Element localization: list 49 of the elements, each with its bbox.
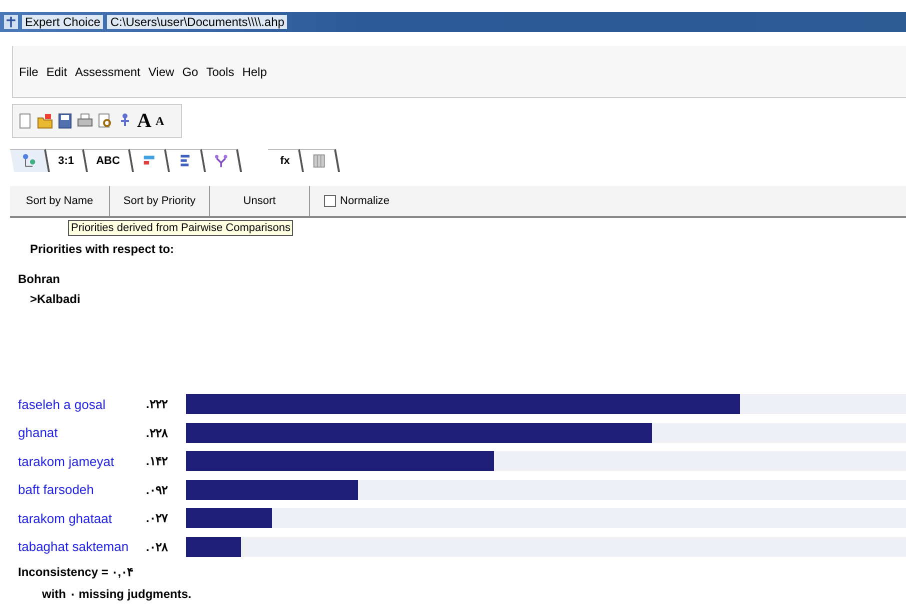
font-increase-button[interactable]: A (137, 111, 152, 131)
normalize-checkbox[interactable] (324, 195, 336, 207)
view-tab[interactable]: 3:1 (46, 149, 88, 172)
priority-value: .۰۲۸ (146, 540, 169, 554)
node-label: >Kalbadi (29, 292, 82, 306)
tooltip: Priorities derived from Pairwise Comparisons (68, 220, 294, 236)
menu-item[interactable]: Tools (206, 64, 234, 78)
alternative-name: baft farsodeh (18, 482, 95, 498)
app-icon (4, 15, 18, 29)
alternative-name: ghanat (18, 425, 59, 440)
menu-item[interactable]: Assessment (75, 64, 140, 78)
view-tab[interactable] (130, 149, 170, 172)
menu-item[interactable]: File (19, 64, 38, 78)
file-path: C:\Users\user\Documents\\\\.ahp (107, 15, 288, 29)
menu-item[interactable]: Edit (46, 64, 68, 78)
menu-item[interactable]: Help (242, 64, 267, 78)
view-tab[interactable] (10, 149, 50, 172)
priority-value: .۲۲۸ (146, 426, 169, 440)
checkbox-label: Normalize (340, 195, 390, 207)
print-icon[interactable] (77, 113, 93, 129)
view-tab[interactable]: fx (268, 149, 304, 172)
missing-judgments-text: with ۰ missing judgments. (41, 587, 192, 601)
window-title: Expert Choice (22, 15, 104, 29)
view-tab[interactable]: ABC (84, 149, 134, 172)
menu-item[interactable]: Go (182, 64, 198, 78)
goal-label: Bohran (18, 272, 61, 286)
priority-value: .۱۴۲ (146, 454, 169, 468)
view-tab[interactable] (300, 149, 340, 172)
view-tab[interactable] (202, 149, 242, 172)
new-icon[interactable] (17, 113, 33, 129)
priorities-heading: Priorities with respect to: (29, 242, 176, 256)
tree-icon (22, 153, 36, 169)
priority-value: .۰۹۲ (146, 482, 169, 497)
save-icon[interactable] (57, 113, 73, 129)
view-tab[interactable] (166, 149, 206, 172)
alternative-name: tabaghat sakteman (18, 539, 130, 554)
priority-value: .۰۲۷ (146, 511, 169, 526)
alternative-name: tarakom ghataat (18, 510, 113, 526)
priority-value: .۲۲۲ (146, 397, 169, 412)
stack-icon (178, 153, 192, 169)
funnel-icon (214, 153, 228, 169)
grid-icon (312, 153, 326, 169)
font-decrease-button[interactable]: A (155, 115, 164, 127)
alternative-name: faseleh a gosal (18, 396, 106, 412)
open-icon[interactable] (37, 113, 53, 129)
inconsistency-text: Inconsistency = ۰,۰۴ (18, 565, 134, 579)
preview-icon[interactable] (97, 113, 113, 129)
alternative-name: tarakom jameyat (18, 454, 116, 469)
menu-item[interactable]: View (148, 64, 174, 78)
